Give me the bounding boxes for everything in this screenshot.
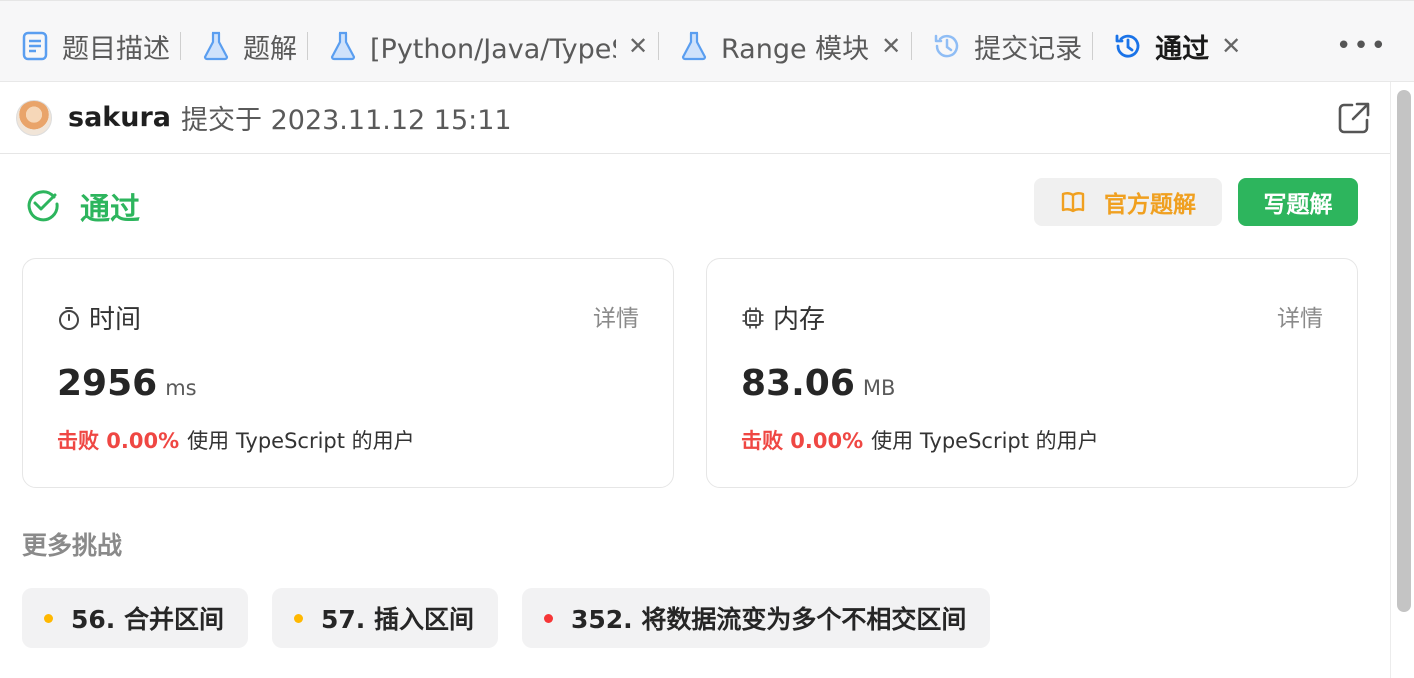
runtime-value: 2956 bbox=[57, 363, 158, 404]
tab-bar: 题目描述 题解 [Python/Java/TypeScript/Go] 线段树 … bbox=[0, 0, 1414, 82]
tab-list: 题目描述 题解 [Python/Java/TypeScript/Go] 线段树 … bbox=[0, 13, 1251, 79]
tab-label: [Python/Java/TypeScript/Go] 线段树 bbox=[370, 33, 616, 65]
difficulty-dot bbox=[544, 613, 553, 623]
memory-detail-link[interactable]: 详情 bbox=[1277, 299, 1323, 333]
more-challenges-title: 更多挑战 bbox=[22, 531, 123, 560]
challenge-label: 57. 插入区间 bbox=[321, 605, 474, 634]
document-icon bbox=[20, 31, 50, 61]
challenge-chip[interactable]: 352. 将数据流变为多个不相交区间 bbox=[522, 588, 991, 648]
difficulty-dot bbox=[44, 613, 53, 623]
flask-icon bbox=[679, 31, 709, 61]
difficulty-dot bbox=[294, 613, 303, 623]
runtime-unit: ms bbox=[165, 376, 197, 400]
runtime-beat-row: 击败 0.00% 使用 TypeScript 的用户 bbox=[57, 425, 415, 455]
tab-label: 提交记录 bbox=[974, 33, 1083, 65]
memory-value: 83.06 bbox=[741, 363, 855, 404]
challenge-label: 352. 将数据流变为多个不相交区间 bbox=[571, 605, 967, 634]
memory-card: 内存 详情 83.06 MB 击败 0.00% 使用 TypeScript 的用户 bbox=[706, 258, 1358, 488]
check-circle-icon bbox=[24, 186, 60, 226]
runtime-label: 时间 bbox=[89, 305, 142, 335]
challenge-chip[interactable]: 56. 合并区间 bbox=[22, 588, 248, 648]
runtime-value-row: 2956 ms bbox=[57, 363, 197, 404]
runtime-detail-link[interactable]: 详情 bbox=[593, 299, 639, 333]
book-icon bbox=[1060, 190, 1086, 214]
close-icon[interactable]: ✕ bbox=[881, 32, 901, 60]
result-status: 通过 bbox=[24, 184, 140, 228]
history-icon bbox=[932, 31, 962, 61]
tab-range-module[interactable]: Range 模块 ✕ bbox=[659, 13, 911, 79]
tab-solutions[interactable]: 题解 bbox=[181, 13, 307, 79]
challenge-chip[interactable]: 57. 插入区间 bbox=[272, 588, 498, 648]
tab-solution-article[interactable]: [Python/Java/TypeScript/Go] 线段树 ✕ bbox=[308, 13, 658, 79]
runtime-card: 时间 详情 2956 ms 击败 0.00% 使用 TypeScript 的用户 bbox=[22, 258, 674, 488]
submission-time: 提交于 2023.11.12 15:11 bbox=[181, 105, 512, 136]
memory-beat: 击败 0.00% bbox=[741, 429, 864, 453]
official-solution-button[interactable]: 官方题解 bbox=[1034, 178, 1222, 226]
chip-icon bbox=[741, 306, 765, 330]
flask-icon bbox=[328, 31, 358, 61]
tab-accepted[interactable]: 通过 ✕ bbox=[1093, 13, 1251, 79]
more-options-icon[interactable]: ••• bbox=[1336, 31, 1388, 61]
history-icon bbox=[1113, 31, 1143, 61]
more-challenges-list: 56. 合并区间 57. 插入区间 352. 将数据流变为多个不相交区间 bbox=[22, 588, 1014, 648]
tab-label: 题目描述 bbox=[62, 33, 170, 65]
runtime-beat: 击败 0.00% bbox=[57, 429, 180, 453]
memory-beat-tail: 使用 TypeScript 的用户 bbox=[871, 429, 1099, 453]
memory-beat-row: 击败 0.00% 使用 TypeScript 的用户 bbox=[741, 425, 1099, 455]
official-solution-label: 官方题解 bbox=[1104, 192, 1196, 218]
flask-icon bbox=[201, 31, 231, 61]
tab-label: 通过 bbox=[1155, 33, 1210, 65]
write-solution-button[interactable]: 写题解 bbox=[1238, 178, 1358, 226]
challenge-label: 56. 合并区间 bbox=[71, 605, 224, 634]
tab-submissions[interactable]: 提交记录 bbox=[912, 13, 1092, 79]
avatar[interactable] bbox=[16, 99, 52, 136]
tab-description[interactable]: 题目描述 bbox=[0, 13, 180, 79]
external-link-icon[interactable] bbox=[1336, 100, 1372, 136]
scrollbar-thumb[interactable] bbox=[1397, 90, 1411, 612]
tab-label: Range 模块 bbox=[721, 33, 870, 65]
tab-label: 题解 bbox=[243, 33, 297, 65]
memory-unit: MB bbox=[862, 376, 896, 400]
memory-title: 内存 bbox=[741, 299, 825, 336]
memory-label: 内存 bbox=[773, 305, 826, 335]
runtime-beat-tail: 使用 TypeScript 的用户 bbox=[187, 429, 415, 453]
runtime-title: 时间 bbox=[57, 299, 141, 336]
submission-header: sakura 提交于 2023.11.12 15:11 bbox=[0, 82, 1390, 154]
status-label: 通过 bbox=[80, 192, 140, 227]
username[interactable]: sakura bbox=[68, 102, 171, 133]
close-icon[interactable]: ✕ bbox=[628, 32, 648, 60]
memory-value-row: 83.06 MB bbox=[741, 363, 895, 404]
stopwatch-icon bbox=[57, 305, 81, 331]
close-icon[interactable]: ✕ bbox=[1221, 32, 1241, 60]
